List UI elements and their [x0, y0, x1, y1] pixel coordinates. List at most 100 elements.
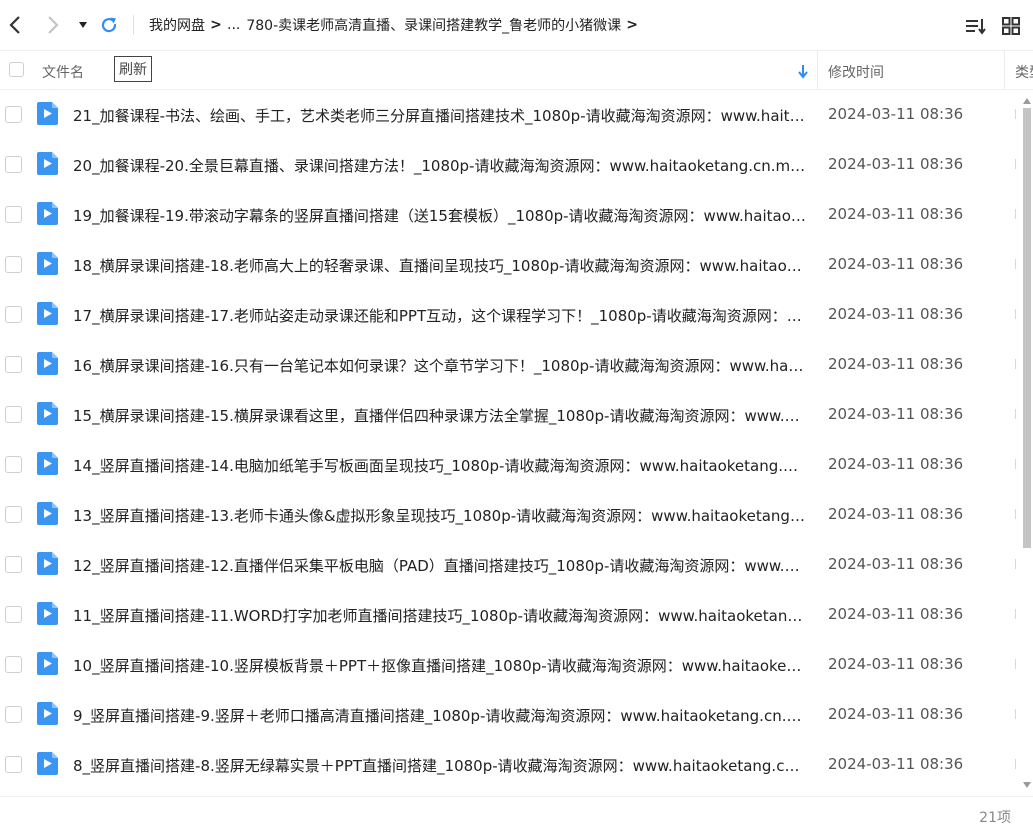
row-checkbox[interactable]	[5, 256, 22, 273]
file-modified-time: 2024-03-11 08:36	[828, 205, 964, 223]
file-row[interactable]: 8_竖屏直播间搭建-8.竖屏无绿幕实景＋PPT直播间搭建_1080p-请收藏海淘…	[0, 740, 1020, 790]
vertical-scrollbar[interactable]	[1020, 94, 1033, 792]
chevron-left-icon	[9, 16, 20, 34]
column-divider[interactable]	[817, 51, 818, 90]
breadcrumb-current[interactable]: 780-卖课老师高清直播、录课间搭建教学_鲁老师的小猪微课	[246, 15, 621, 35]
file-modified-time: 2024-03-11 08:36	[828, 555, 964, 573]
row-checkbox[interactable]	[5, 606, 22, 623]
file-row[interactable]: 10_竖屏直播间搭建-10.竖屏模板背景＋PPT＋抠像直播间搭建_1080p-请…	[0, 640, 1020, 690]
file-type-cell	[1015, 409, 1016, 419]
file-modified-time: 2024-03-11 08:36	[828, 505, 964, 523]
forward-button[interactable]	[40, 12, 66, 38]
file-row[interactable]: 12_竖屏直播间搭建-12.直播伴侣采集平板电脑（PAD）直播间搭建技巧_108…	[0, 540, 1020, 590]
column-divider[interactable]	[1004, 51, 1005, 90]
file-row[interactable]: 21_加餐课程-书法、绘画、手工，艺术类老师三分屏直播间搭建技术_1080p-请…	[0, 90, 1020, 140]
file-name[interactable]: 11_竖屏直播间搭建-11.WORD打字加老师直播间搭建技巧_1080p-请收藏…	[73, 605, 806, 626]
breadcrumb-separator: >	[210, 17, 222, 33]
file-name[interactable]: 12_竖屏直播间搭建-12.直播伴侣采集平板电脑（PAD）直播间搭建技巧_108…	[73, 555, 806, 576]
file-modified-time: 2024-03-11 08:36	[828, 355, 964, 373]
refresh-icon	[101, 17, 117, 33]
file-name[interactable]: 15_横屏录课间搭建-15.横屏录课看这里，直播伴侣四种录课方法全掌握_1080…	[73, 405, 806, 426]
breadcrumb-root[interactable]: 我的网盘	[149, 15, 205, 35]
video-file-icon	[37, 152, 58, 175]
file-row[interactable]: 20_加餐课程-20.全景巨幕直播、录课间搭建方法！_1080p-请收藏海淘资源…	[0, 140, 1020, 190]
sort-button[interactable]	[964, 14, 988, 38]
file-type-cell	[1015, 559, 1016, 569]
file-row[interactable]: 9_竖屏直播间搭建-9.竖屏＋老师口播高清直播间搭建_1080p-请收藏海淘资源…	[0, 690, 1020, 740]
row-checkbox[interactable]	[5, 706, 22, 723]
file-type-cell	[1015, 209, 1016, 219]
breadcrumb-separator: >	[626, 17, 638, 33]
history-dropdown[interactable]	[70, 12, 96, 38]
column-modified-time[interactable]: 修改时间	[828, 62, 884, 82]
row-checkbox[interactable]	[5, 106, 22, 123]
file-modified-time: 2024-03-11 08:36	[828, 255, 964, 273]
file-modified-time: 2024-03-11 08:36	[828, 155, 964, 173]
arrow-down-icon[interactable]	[797, 63, 809, 79]
row-checkbox[interactable]	[5, 406, 22, 423]
video-file-icon	[37, 752, 58, 775]
scroll-up-icon[interactable]	[1022, 96, 1032, 106]
breadcrumb-ellipsis[interactable]: ...	[227, 17, 240, 33]
nav-divider	[133, 15, 134, 35]
file-browser: 我的网盘 > ... 780-卖课老师高清直播、录课间搭建教学_鲁老师的小猪微课…	[0, 0, 1033, 829]
file-row[interactable]: 15_横屏录课间搭建-15.横屏录课看这里，直播伴侣四种录课方法全掌握_1080…	[0, 390, 1020, 440]
file-name[interactable]: 18_横屏录课间搭建-18.老师高大上的轻奢录课、直播间呈现技巧_1080p-请…	[73, 255, 806, 276]
file-name[interactable]: 20_加餐课程-20.全景巨幕直播、录课间搭建方法！_1080p-请收藏海淘资源…	[73, 155, 806, 176]
file-modified-time: 2024-03-11 08:36	[828, 405, 964, 423]
file-name[interactable]: 21_加餐课程-书法、绘画、手工，艺术类老师三分屏直播间搭建技术_1080p-请…	[73, 105, 806, 126]
file-row[interactable]: 16_横屏录课间搭建-16.只有一台笔记本如何录课？这个章节学习下！_1080p…	[0, 340, 1020, 390]
refresh-button[interactable]: 刷新	[114, 56, 152, 82]
row-checkbox[interactable]	[5, 656, 22, 673]
file-name[interactable]: 9_竖屏直播间搭建-9.竖屏＋老师口播高清直播间搭建_1080p-请收藏海淘资源…	[73, 705, 806, 726]
file-type-cell	[1015, 609, 1016, 619]
row-checkbox[interactable]	[5, 756, 22, 773]
file-modified-time: 2024-03-11 08:36	[828, 655, 964, 673]
sort-list-icon	[966, 19, 986, 35]
row-checkbox[interactable]	[5, 556, 22, 573]
file-row[interactable]: 13_竖屏直播间搭建-13.老师卡通头像&虚拟形象呈现技巧_1080p-请收藏海…	[0, 490, 1020, 540]
row-checkbox[interactable]	[5, 306, 22, 323]
file-list: 21_加餐课程-书法、绘画、手工，艺术类老师三分屏直播间搭建技术_1080p-请…	[0, 90, 1020, 796]
video-file-icon	[37, 602, 58, 625]
file-row[interactable]: 14_竖屏直播间搭建-14.电脑加纸笔手写板画面呈现技巧_1080p-请收藏海淘…	[0, 440, 1020, 490]
column-header: 文件名 刷新 修改时间 类型	[0, 50, 1033, 90]
scroll-down-icon[interactable]	[1022, 780, 1032, 790]
view-toggle-button[interactable]	[999, 14, 1023, 38]
file-name[interactable]: 16_横屏录课间搭建-16.只有一台笔记本如何录课？这个章节学习下！_1080p…	[73, 355, 806, 376]
video-file-icon	[37, 502, 58, 525]
scrollbar-thumb[interactable]	[1023, 108, 1031, 548]
refresh-icon-button[interactable]	[96, 12, 122, 38]
breadcrumb: 我的网盘 > ... 780-卖课老师高清直播、录课间搭建教学_鲁老师的小猪微课…	[149, 14, 643, 36]
file-type-cell	[1015, 759, 1016, 769]
file-row[interactable]: 19_加餐课程-19.带滚动字幕条的竖屏直播间搭建（送15套模板）_1080p-…	[0, 190, 1020, 240]
row-checkbox[interactable]	[5, 156, 22, 173]
row-checkbox[interactable]	[5, 206, 22, 223]
row-checkbox[interactable]	[5, 356, 22, 373]
file-modified-time: 2024-03-11 08:36	[828, 605, 964, 623]
back-button[interactable]	[2, 12, 28, 38]
video-file-icon	[37, 552, 58, 575]
file-type-cell	[1015, 359, 1016, 369]
file-name[interactable]: 13_竖屏直播间搭建-13.老师卡通头像&虚拟形象呈现技巧_1080p-请收藏海…	[73, 505, 806, 526]
file-type-cell	[1015, 509, 1016, 519]
file-name[interactable]: 19_加餐课程-19.带滚动字幕条的竖屏直播间搭建（送15套模板）_1080p-…	[73, 205, 806, 226]
video-file-icon	[37, 202, 58, 225]
caret-down-icon	[79, 22, 87, 28]
column-type[interactable]: 类型	[1015, 62, 1033, 82]
file-row[interactable]: 18_横屏录课间搭建-18.老师高大上的轻奢录课、直播间呈现技巧_1080p-请…	[0, 240, 1020, 290]
file-row[interactable]: 17_横屏录课间搭建-17.老师站姿走动录课还能和PPT互动，这个课程学习下！_…	[0, 290, 1020, 340]
video-file-icon	[37, 702, 58, 725]
file-modified-time: 2024-03-11 08:36	[828, 755, 964, 773]
file-name[interactable]: 17_横屏录课间搭建-17.老师站姿走动录课还能和PPT互动，这个课程学习下！_…	[73, 305, 806, 326]
file-name[interactable]: 14_竖屏直播间搭建-14.电脑加纸笔手写板画面呈现技巧_1080p-请收藏海淘…	[73, 455, 806, 476]
file-name[interactable]: 10_竖屏直播间搭建-10.竖屏模板背景＋PPT＋抠像直播间搭建_1080p-请…	[73, 655, 806, 676]
file-name[interactable]: 8_竖屏直播间搭建-8.竖屏无绿幕实景＋PPT直播间搭建_1080p-请收藏海淘…	[73, 755, 806, 776]
column-filename[interactable]: 文件名	[42, 62, 84, 82]
select-all-checkbox[interactable]	[9, 62, 24, 77]
file-row[interactable]: 11_竖屏直播间搭建-11.WORD打字加老师直播间搭建技巧_1080p-请收藏…	[0, 590, 1020, 640]
file-modified-time: 2024-03-11 08:36	[828, 455, 964, 473]
video-file-icon	[37, 302, 58, 325]
row-checkbox[interactable]	[5, 506, 22, 523]
row-checkbox[interactable]	[5, 456, 22, 473]
